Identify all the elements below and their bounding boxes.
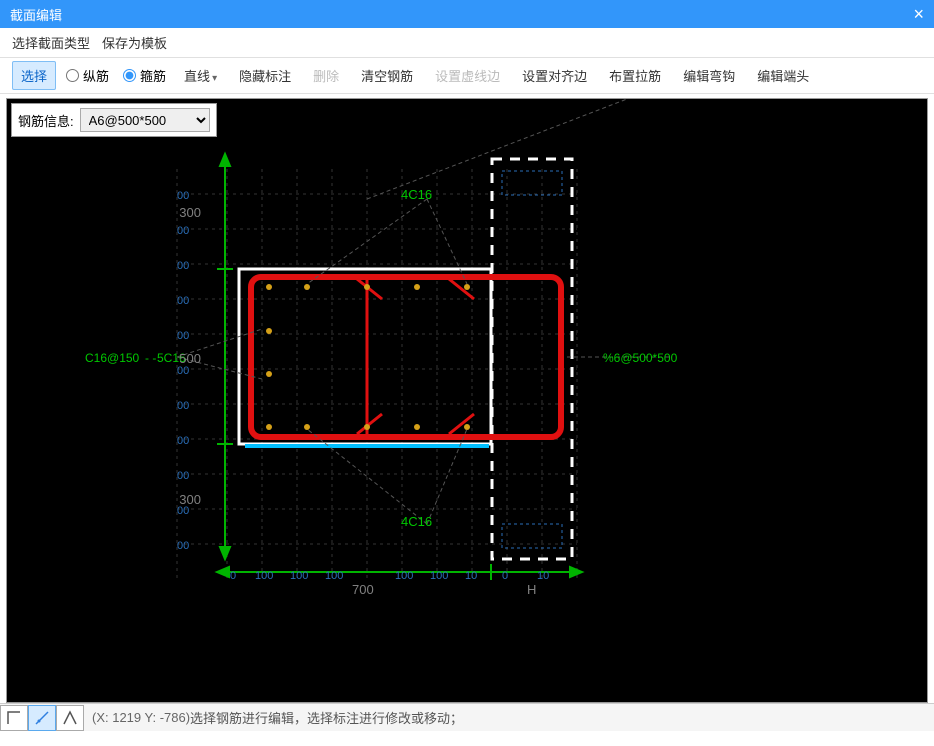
- svg-text:00: 00: [177, 400, 189, 412]
- select-button[interactable]: 选择: [12, 61, 56, 90]
- dim-H[interactable]: H: [527, 582, 536, 597]
- set-dashed-button[interactable]: 设置虚线边: [427, 62, 508, 89]
- dim-700[interactable]: 700: [352, 582, 374, 597]
- arrange-tie-button[interactable]: 布置拉筋: [601, 62, 669, 89]
- section-outline: [239, 269, 491, 444]
- rebar-info-label: 钢筋信息:: [18, 111, 74, 130]
- titlebar: 截面编辑 ×: [0, 0, 934, 28]
- svg-text:10: 10: [465, 570, 477, 582]
- edit-end-button[interactable]: 编辑端头: [749, 62, 817, 89]
- status-hint: 选择钢筋进行编辑，选择标注进行修改或移动；: [190, 708, 463, 727]
- svg-text:00: 00: [177, 295, 189, 307]
- longitudinal-label: 纵筋: [83, 66, 109, 85]
- stirrup-radio-input[interactable]: [123, 69, 136, 82]
- edit-hook-button[interactable]: 编辑弯钩: [675, 62, 743, 89]
- close-icon[interactable]: ×: [913, 4, 924, 25]
- canvas-svg: 4C16 4C16 C16@150 - - 5C16 %6@500*500 30…: [7, 99, 927, 702]
- svg-text:100: 100: [395, 570, 413, 582]
- left-rebar-label[interactable]: C16@150: [85, 351, 140, 365]
- svg-text:00: 00: [177, 470, 189, 482]
- bottom-rebar-label[interactable]: 4C16: [401, 514, 432, 529]
- svg-text:0: 0: [230, 570, 236, 582]
- svg-text:00: 00: [177, 540, 189, 552]
- stirrup-radio[interactable]: 箍筋: [119, 66, 170, 85]
- save-as-template[interactable]: 保存为模板: [102, 33, 167, 52]
- svg-text:100: 100: [290, 570, 308, 582]
- window-title: 截面编辑: [10, 5, 62, 24]
- svg-text:00: 00: [177, 505, 189, 517]
- rebar-info-select[interactable]: A6@500*500: [80, 108, 210, 132]
- svg-text:0: 0: [502, 570, 508, 582]
- snap-icon[interactable]: [56, 705, 84, 731]
- svg-text:10: 10: [537, 570, 549, 582]
- svg-text:00: 00: [177, 225, 189, 237]
- svg-text:00: 00: [177, 190, 189, 202]
- svg-text:00: 00: [177, 435, 189, 447]
- right-stirrup-label[interactable]: %6@500*500: [603, 351, 678, 365]
- ortho-off-icon[interactable]: [0, 705, 28, 731]
- rebar-info-panel: 钢筋信息: A6@500*500: [11, 103, 217, 137]
- ortho-on-icon[interactable]: [28, 705, 56, 731]
- longitudinal-radio[interactable]: 纵筋: [62, 66, 113, 85]
- delete-button[interactable]: 删除: [305, 62, 347, 89]
- stirrup-outer[interactable]: [251, 277, 561, 437]
- set-align-button[interactable]: 设置对齐边: [514, 62, 595, 89]
- menubar: 选择截面类型 保存为模板: [0, 28, 934, 58]
- top-rebar-label[interactable]: 4C16: [401, 187, 432, 202]
- stirrup-label: 箍筋: [140, 66, 166, 85]
- line-button[interactable]: 直线: [176, 62, 225, 89]
- status-coords: (X: 1219 Y: -786): [92, 710, 190, 725]
- toolbar: 选择 纵筋 箍筋 直线 隐藏标注 删除 清空钢筋 设置虚线边 设置对齐边 布置拉…: [0, 58, 934, 94]
- svg-text:- -: - -: [145, 351, 156, 365]
- svg-text:00: 00: [177, 365, 189, 377]
- svg-text:00: 00: [177, 260, 189, 272]
- svg-text:100: 100: [255, 570, 273, 582]
- hide-label-button[interactable]: 隐藏标注: [231, 62, 299, 89]
- svg-text:100: 100: [325, 570, 343, 582]
- statusbar: (X: 1219 Y: -786) 选择钢筋进行编辑，选择标注进行修改或移动；: [0, 703, 934, 731]
- longitudinal-radio-input[interactable]: [66, 69, 79, 82]
- svg-text:00: 00: [177, 330, 189, 342]
- drawing-canvas[interactable]: 钢筋信息: A6@500*500: [6, 98, 928, 703]
- svg-text:100: 100: [430, 570, 448, 582]
- choose-section-type[interactable]: 选择截面类型: [12, 33, 90, 52]
- dim-500[interactable]: 500: [179, 351, 201, 366]
- dim-300-top[interactable]: 300: [179, 205, 201, 220]
- clear-rebar-button[interactable]: 清空钢筋: [353, 62, 421, 89]
